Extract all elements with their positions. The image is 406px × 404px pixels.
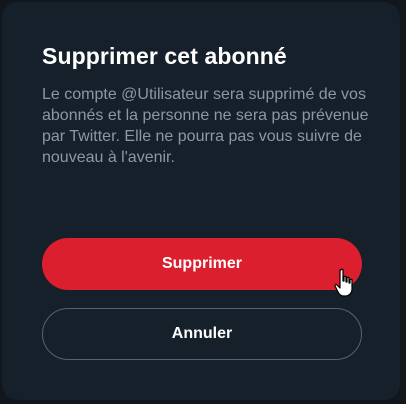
hand-pointer-cursor-icon [334, 268, 353, 297]
confirm-remove-button-label: Supprimer [161, 255, 242, 272]
dialog-message: Le compte @Utilisateur sera supprimé de … [42, 86, 369, 166]
cancel-button[interactable]: Annuler [42, 308, 362, 360]
cancel-button-label: Annuler [171, 325, 233, 342]
confirm-remove-button[interactable]: Supprimer [42, 238, 362, 290]
remove-follower-dialog: Supprimer cet abonné Le compte @Utilisat… [2, 2, 400, 400]
dialog-title: Supprimer cet abonné [42, 43, 287, 69]
